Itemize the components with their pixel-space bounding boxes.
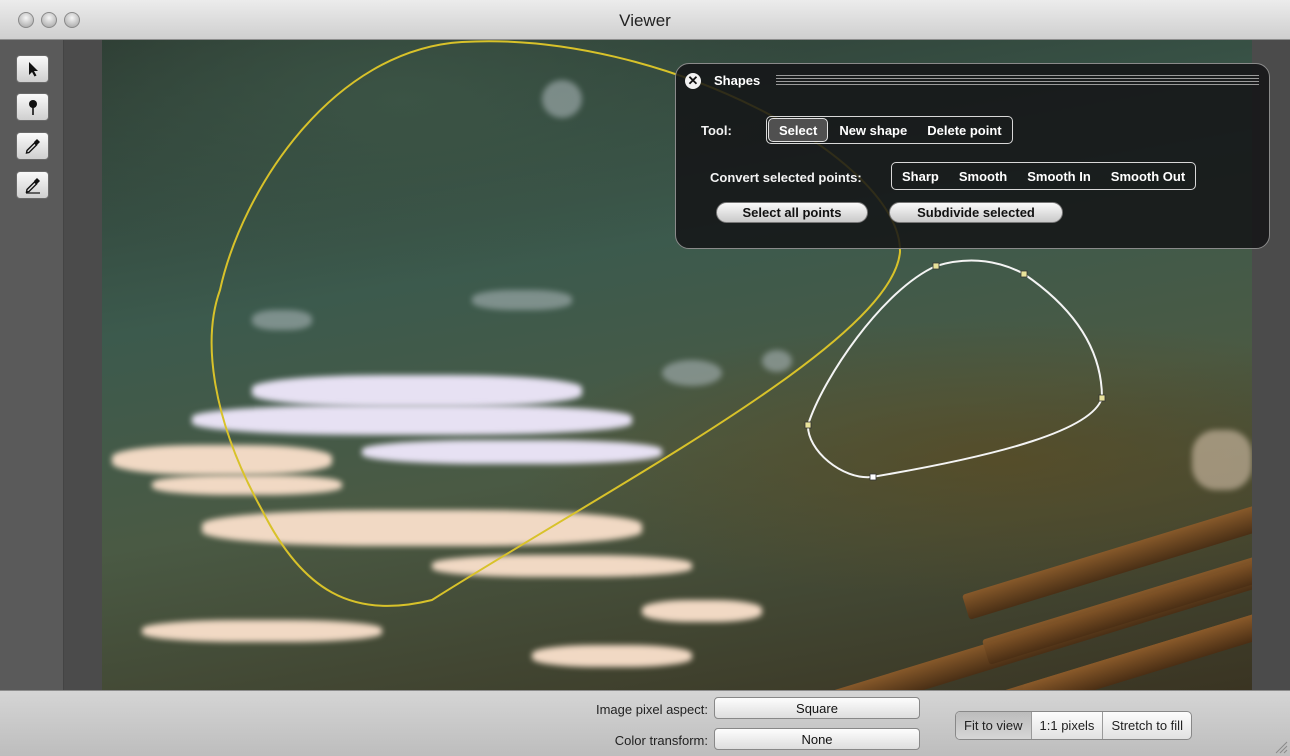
pin-tool[interactable] [16, 93, 49, 121]
select-all-points-button[interactable]: Select all points [716, 202, 868, 223]
resize-grip-icon[interactable] [1272, 738, 1288, 754]
tool-select[interactable]: Select [768, 118, 829, 142]
eyedropper-icon [25, 139, 40, 154]
tool-label: Tool: [701, 123, 732, 138]
pin-icon [28, 100, 37, 115]
white-mask-shape[interactable] [806, 259, 1104, 479]
eyedropper-plus-tool[interactable] [16, 171, 49, 199]
view-mode-segmented-control: Fit to view 1:1 pixels Stretch to fill [955, 711, 1192, 740]
convert-smooth[interactable]: Smooth [949, 163, 1017, 189]
eyedropper-tool[interactable] [16, 132, 49, 160]
convert-smooth-out[interactable]: Smooth Out [1101, 163, 1195, 189]
title-bar: Viewer [0, 0, 1290, 40]
convert-segmented-control: Sharp Smooth Smooth In Smooth Out [891, 162, 1197, 190]
convert-smooth-in[interactable]: Smooth In [1017, 163, 1101, 189]
control-point[interactable] [804, 421, 812, 429]
select-arrow-icon [28, 62, 38, 77]
color-transform-label: Color transform: [614, 733, 708, 748]
view-stretch-to-fill[interactable]: Stretch to fill [1103, 712, 1191, 739]
subdivide-selected-button[interactable]: Subdivide selected [889, 202, 1063, 223]
select-arrow-tool[interactable] [16, 55, 49, 83]
panel-title: Shapes [714, 73, 761, 88]
pixel-aspect-label: Image pixel aspect: [595, 702, 708, 717]
color-transform-popup[interactable]: None [714, 728, 920, 750]
tool-segmented-control: Select New shape Delete point [766, 116, 1013, 144]
shapes-panel: ✕ Shapes Tool: Select New shape Delete p… [675, 63, 1270, 249]
control-point-selected[interactable] [869, 473, 877, 481]
window-title: Viewer [619, 11, 671, 30]
convert-label: Convert selected points: [710, 170, 862, 185]
tool-new-shape[interactable]: New shape [829, 117, 917, 143]
tool-delete-point[interactable]: Delete point [917, 117, 1011, 143]
eyedropper-plus-icon [25, 178, 40, 194]
control-point[interactable] [1020, 270, 1028, 278]
view-fit-to-view[interactable]: Fit to view [956, 712, 1032, 739]
control-point[interactable] [932, 262, 940, 270]
panel-drag-handle[interactable] [776, 75, 1259, 85]
view-1-1-pixels[interactable]: 1:1 pixels [1032, 712, 1104, 739]
close-icon[interactable]: ✕ [685, 73, 701, 89]
viewer-gutter-left [64, 40, 102, 690]
control-point[interactable] [1098, 394, 1106, 402]
convert-sharp[interactable]: Sharp [892, 163, 949, 189]
pixel-aspect-popup[interactable]: Square [714, 697, 920, 719]
tool-palette [0, 40, 64, 690]
